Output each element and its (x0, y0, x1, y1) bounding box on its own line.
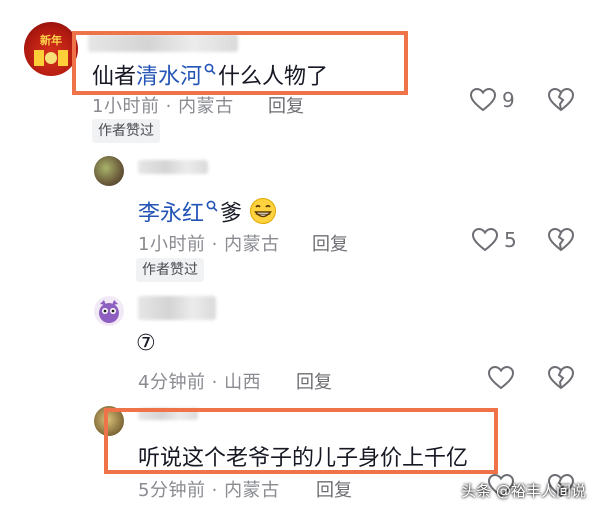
watermark: 头条 @裕丰人间说 (461, 482, 586, 500)
comment-meta: 5分钟前 · 内蒙古 (138, 480, 280, 501)
broken-heart-icon (547, 227, 575, 252)
reply-button[interactable]: 回复 (316, 476, 352, 502)
highlight-box (72, 31, 408, 95)
username-blurred[interactable] (138, 296, 216, 320)
dislike-button[interactable] (547, 227, 575, 256)
avatar[interactable]: 新年 (24, 22, 78, 76)
avatar[interactable] (94, 296, 124, 326)
avatar[interactable] (94, 156, 124, 186)
heart-icon (487, 365, 515, 390)
reply-button[interactable]: 回复 (312, 230, 348, 256)
username-blurred[interactable] (138, 160, 208, 174)
like-button[interactable]: 9 (470, 88, 515, 112)
comment-meta: 4分钟前 · 山西 (138, 372, 262, 393)
reply-button[interactable]: 回复 (268, 92, 304, 118)
author-liked-badge: 作者赞过 (136, 258, 204, 282)
search-icon (206, 193, 218, 218)
like-count: 5 (504, 228, 517, 252)
comment-meta: 1小时前 · 内蒙古 (138, 234, 280, 255)
svg-text:新年: 新年 (40, 33, 62, 47)
highlight-box (104, 408, 498, 474)
dislike-button[interactable] (547, 365, 575, 394)
reply-button[interactable]: 回复 (296, 368, 332, 394)
broken-heart-icon (547, 87, 575, 112)
broken-heart-icon (547, 365, 575, 390)
dislike-button[interactable] (547, 87, 575, 116)
heart-icon (470, 88, 496, 112)
author-liked-badge: 作者赞过 (92, 119, 160, 143)
like-count: 9 (502, 88, 515, 112)
heart-icon (472, 228, 498, 252)
comment-text: 李永红爹 (138, 193, 277, 231)
like-button[interactable]: 5 (472, 228, 517, 252)
topic-link[interactable]: 李永红 (138, 201, 204, 226)
like-button[interactable] (487, 365, 515, 394)
comment-text: ⑦ (136, 331, 156, 356)
comment-meta: 1小时前 · 内蒙古 (92, 96, 234, 117)
grin-emoji-icon (249, 197, 277, 231)
